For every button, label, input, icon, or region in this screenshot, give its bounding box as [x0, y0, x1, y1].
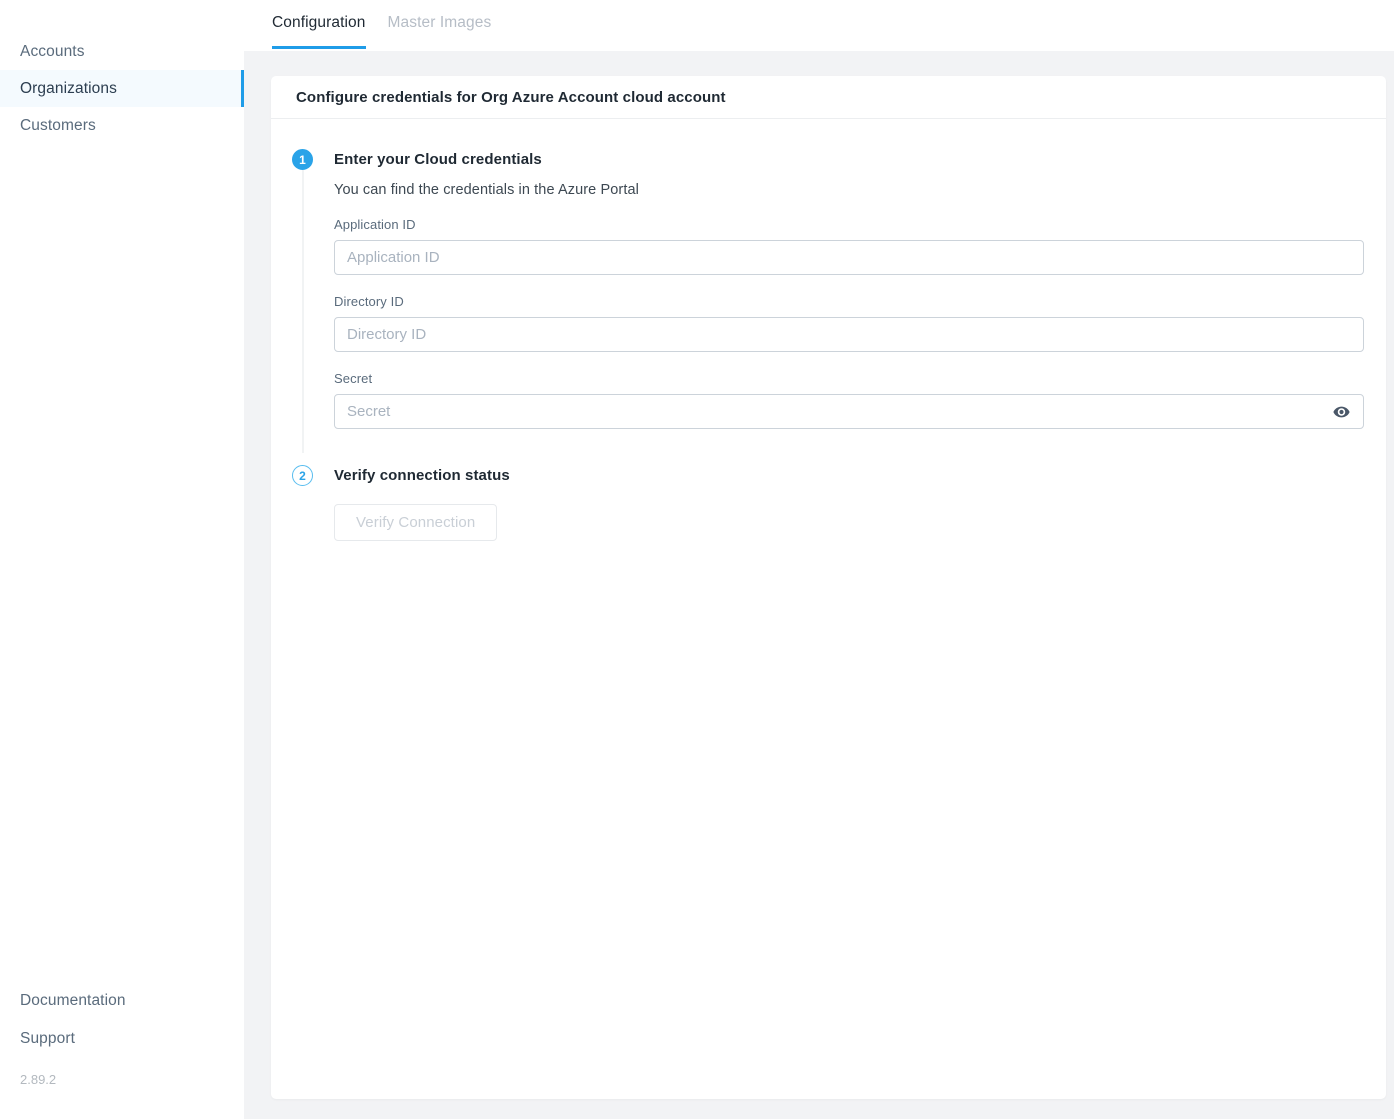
card-title: Configure credentials for Org Azure Acco… — [271, 76, 1386, 119]
step-one-title: Enter your Cloud credentials — [334, 149, 1364, 170]
verify-connection-label: Verify Connection — [356, 514, 475, 531]
step-number: 1 — [299, 153, 306, 167]
directory-id-input[interactable] — [334, 317, 1364, 352]
secret-input-wrap — [334, 394, 1364, 429]
content-area: Configure credentials for Org Azure Acco… — [244, 51, 1394, 1119]
secret-input[interactable] — [334, 394, 1364, 429]
step-one-content: Enter your Cloud credentials You can fin… — [334, 149, 1386, 453]
step-two-title: Verify connection status — [334, 465, 1346, 486]
application-id-input-wrap — [334, 240, 1364, 275]
secret-label: Secret — [334, 371, 1364, 386]
step-two: 2 Verify connection status Verify Connec… — [271, 465, 1386, 541]
tab-label: Configuration — [272, 14, 366, 31]
tab-bar: Configuration Master Images — [244, 0, 1394, 51]
sidebar-spacer — [0, 144, 244, 982]
tab-configuration[interactable]: Configuration — [272, 14, 366, 49]
card-body: 1 Enter your Cloud credentials You can f… — [271, 119, 1386, 541]
sidebar: Accounts Organizations Customers Documen… — [0, 0, 244, 1119]
field-application-id: Application ID — [334, 217, 1364, 275]
sidebar-bottom-nav: Documentation Support — [0, 982, 244, 1072]
sidebar-item-support[interactable]: Support — [0, 1020, 244, 1058]
application-id-input[interactable] — [334, 240, 1364, 275]
sidebar-item-documentation[interactable]: Documentation — [0, 982, 244, 1020]
sidebar-item-label: Support — [20, 1030, 75, 1048]
step-one-subtitle: You can find the credentials in the Azur… — [334, 182, 1364, 198]
app-version: 2.89.2 — [0, 1072, 244, 1119]
field-directory-id: Directory ID — [334, 294, 1364, 352]
step-one: 1 Enter your Cloud credentials You can f… — [271, 149, 1386, 453]
directory-id-label: Directory ID — [334, 294, 1364, 309]
sidebar-item-organizations[interactable]: Organizations — [0, 70, 244, 107]
step-two-rail: 2 — [271, 465, 334, 541]
sidebar-item-accounts[interactable]: Accounts — [0, 33, 244, 70]
sidebar-item-label: Documentation — [20, 992, 126, 1010]
tab-master-images[interactable]: Master Images — [388, 14, 492, 49]
configuration-card: Configure credentials for Org Azure Acco… — [271, 76, 1386, 1099]
directory-id-input-wrap — [334, 317, 1364, 352]
tab-label: Master Images — [388, 14, 492, 31]
step-two-content: Verify connection status Verify Connecti… — [334, 465, 1386, 541]
step-one-badge: 1 — [292, 149, 313, 170]
sidebar-item-label: Organizations — [20, 80, 117, 98]
field-secret: Secret — [334, 371, 1364, 429]
step-two-badge: 2 — [292, 465, 313, 486]
eye-icon — [1333, 406, 1350, 418]
step-one-rail: 1 — [271, 149, 334, 453]
sidebar-item-customers[interactable]: Customers — [0, 107, 244, 144]
sidebar-item-label: Accounts — [20, 43, 85, 61]
toggle-secret-visibility-button[interactable] — [1328, 394, 1354, 429]
main-content: Configuration Master Images Configure cr… — [244, 0, 1394, 1119]
step-number: 2 — [299, 469, 306, 483]
step-connector-line — [302, 170, 303, 453]
sidebar-item-label: Customers — [20, 117, 96, 135]
app-root: Accounts Organizations Customers Documen… — [0, 0, 1394, 1119]
application-id-label: Application ID — [334, 217, 1364, 232]
verify-connection-button[interactable]: Verify Connection — [334, 504, 497, 541]
sidebar-top-nav: Accounts Organizations Customers — [0, 0, 244, 144]
